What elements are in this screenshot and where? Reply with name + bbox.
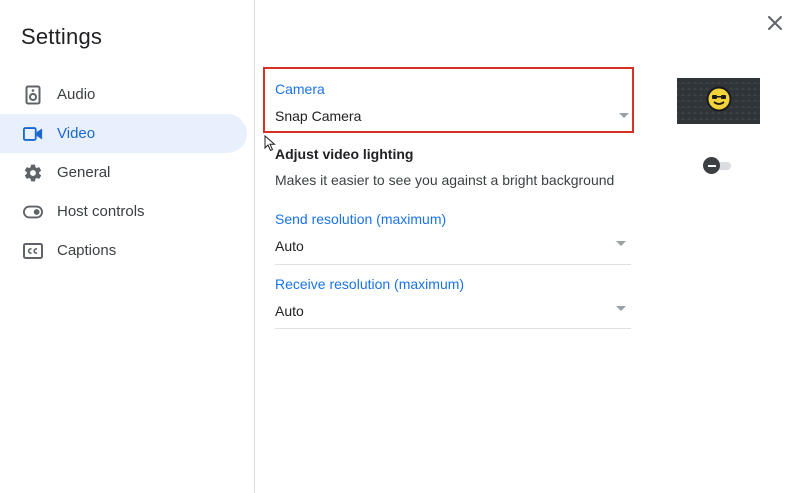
sidebar-item-host-controls[interactable]: Host controls (0, 192, 255, 231)
close-icon (768, 15, 782, 35)
camera-select[interactable]: Camera Snap Camera (263, 67, 634, 133)
close-button[interactable] (764, 14, 786, 36)
sidebar-item-general[interactable]: General (0, 153, 255, 192)
sidebar-item-label: Host controls (57, 203, 145, 220)
receive-resolution-label: Receive resolution (maximum) (275, 276, 465, 292)
settings-sidebar: Settings Audio Video General Host contro… (0, 0, 255, 493)
send-resolution-value: Auto (275, 238, 304, 254)
snap-camera-logo-icon (706, 86, 732, 117)
divider (275, 264, 631, 265)
sidebar-item-label: General (57, 164, 111, 181)
toggle-knob (703, 157, 720, 174)
send-resolution-label: Send resolution (maximum) (275, 211, 447, 227)
chevron-down-icon (616, 306, 626, 311)
camera-value: Snap Camera (275, 108, 362, 124)
closed-captions-icon (23, 241, 43, 261)
lighting-title: Adjust video lighting (275, 146, 414, 162)
gear-icon (23, 163, 43, 183)
dialog-title: Settings (21, 24, 103, 49)
send-resolution-select[interactable]: Auto (275, 230, 631, 264)
chevron-down-icon (619, 113, 629, 118)
chevron-down-icon (616, 241, 626, 246)
receive-resolution-select[interactable]: Auto (275, 295, 631, 328)
sidebar-item-audio[interactable]: Audio (0, 75, 255, 114)
video-camera-icon (23, 124, 43, 144)
speaker-icon (23, 85, 43, 105)
sidebar-item-label: Video (57, 125, 96, 142)
minus-icon (707, 164, 716, 167)
lighting-toggle[interactable] (703, 157, 733, 175)
toggle-switch-icon (23, 202, 43, 222)
camera-label: Camera (275, 81, 325, 97)
divider (275, 328, 631, 329)
sidebar-item-label: Audio (57, 86, 96, 103)
camera-preview (677, 78, 760, 124)
receive-resolution-value: Auto (275, 303, 304, 319)
video-settings-panel: Camera Snap Camera Adjust video lighting… (255, 0, 800, 493)
settings-nav: Audio Video General Host controls Captio… (0, 75, 255, 270)
sidebar-item-captions[interactable]: Captions (0, 231, 255, 270)
settings-dialog: Settings Audio Video General Host contro… (0, 0, 800, 493)
sidebar-item-video[interactable]: Video (0, 114, 247, 153)
sidebar-item-label: Captions (57, 242, 117, 259)
lighting-description: Makes it easier to see you against a bri… (275, 172, 615, 188)
